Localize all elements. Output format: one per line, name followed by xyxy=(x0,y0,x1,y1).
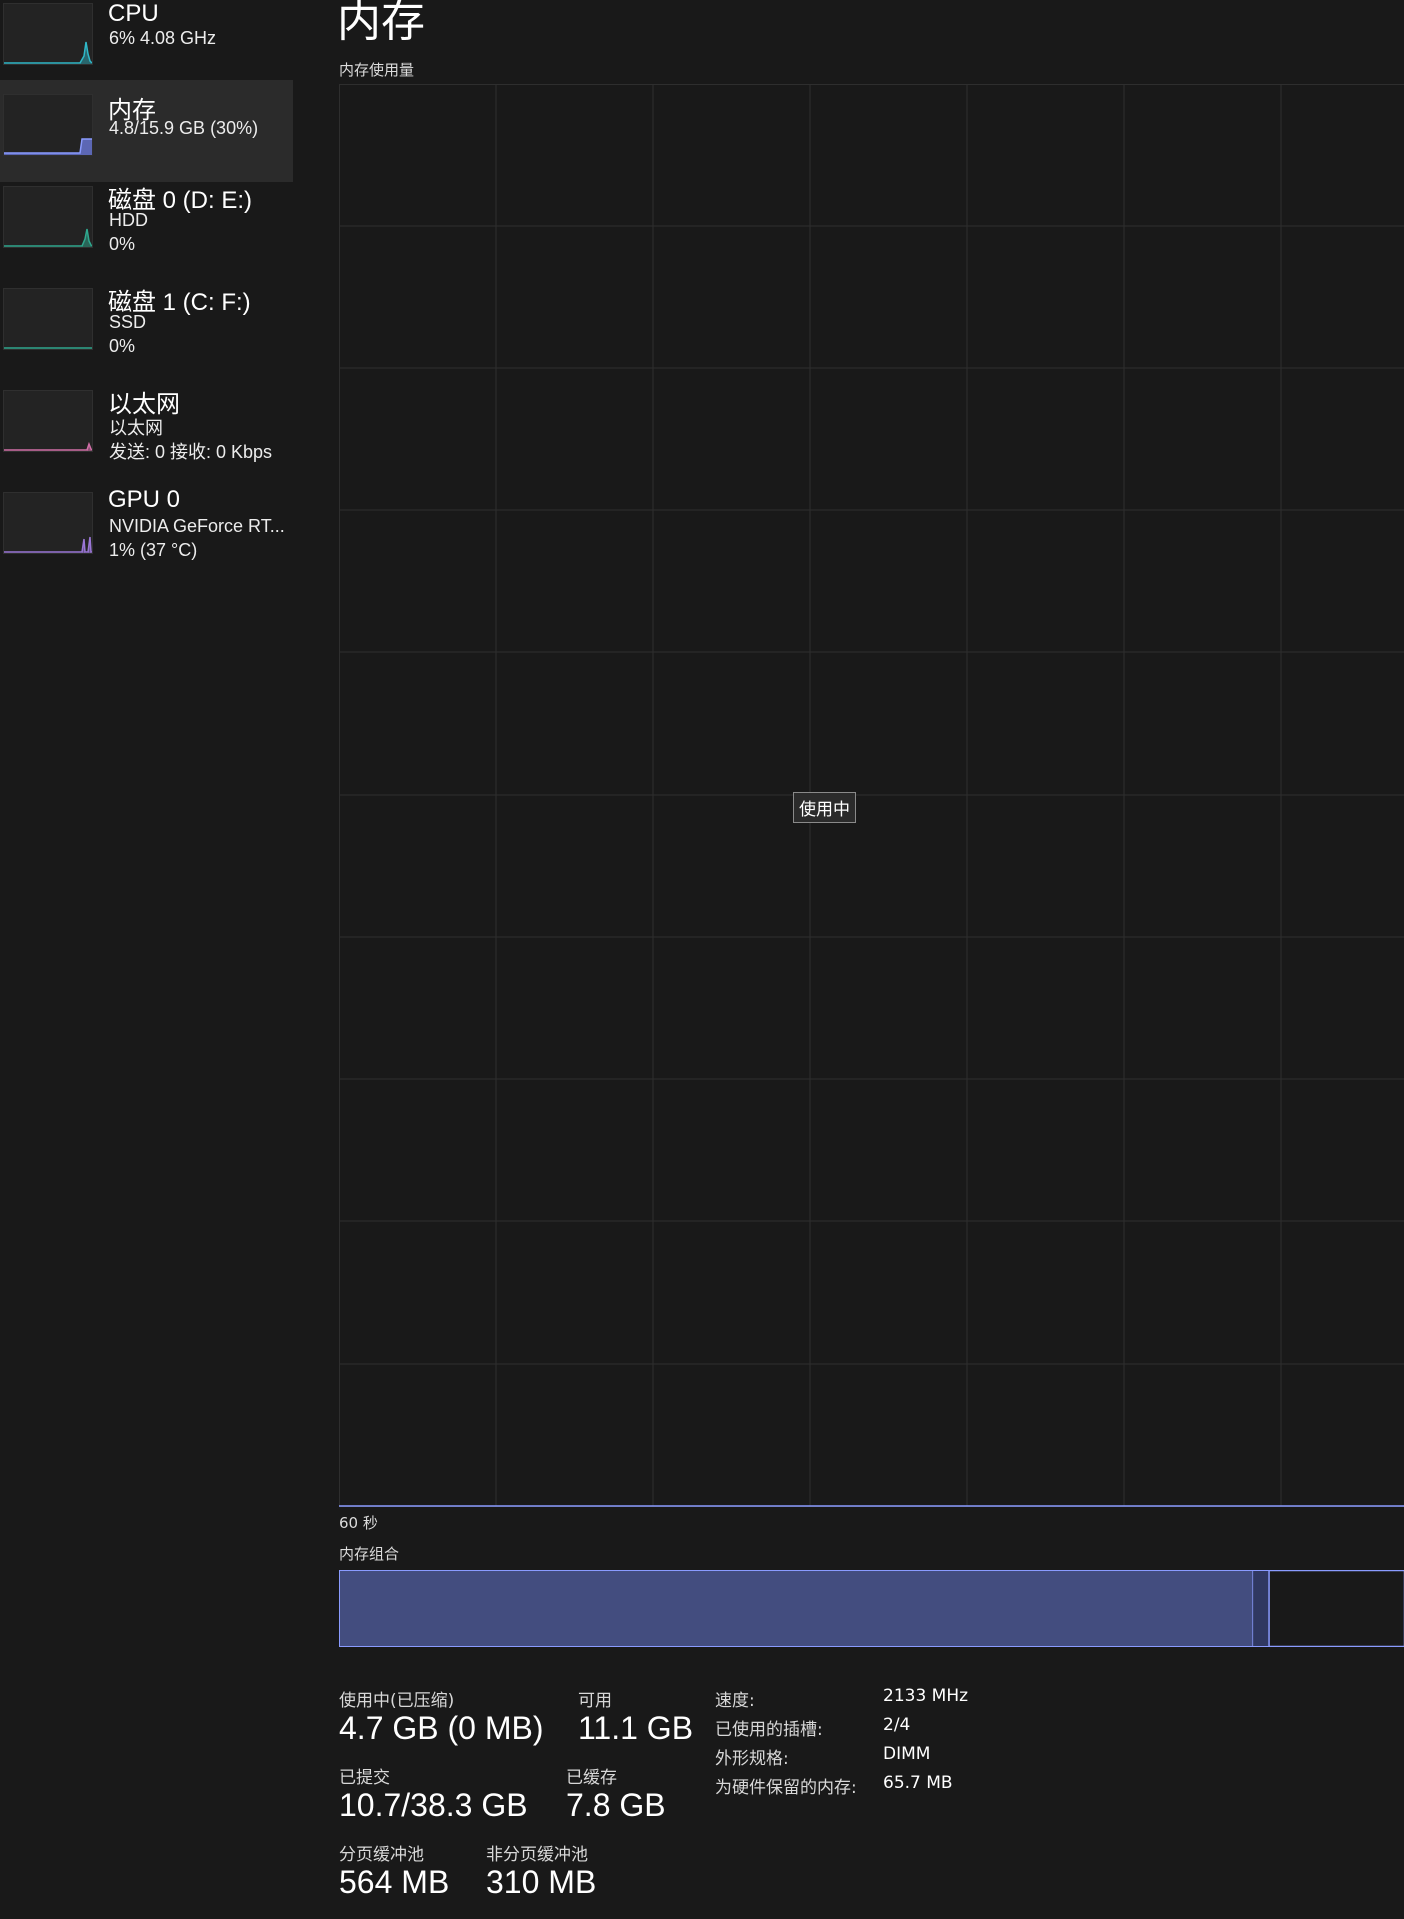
cpu-usage-thumbnail xyxy=(3,3,93,65)
sidebar-item-gpu0[interactable]: GPU 0 NVIDIA GeForce RT... 1% (37 °C) xyxy=(0,486,293,588)
page-title: 内存 xyxy=(337,0,425,46)
disk-usage-thumbnail xyxy=(3,186,93,248)
hardware-reserved-label: 为硬件保留的内存: xyxy=(715,1778,857,1798)
slots-used-value: 2/4 xyxy=(883,1715,911,1735)
composition-in-use-segment xyxy=(340,1571,1254,1646)
sidebar-item-disk1[interactable]: 磁盘 1 (C: F:) SSD 0% xyxy=(0,282,293,384)
graph-label: 内存使用量 xyxy=(339,61,415,79)
speed-value: 2133 MHz xyxy=(883,1686,969,1706)
memory-usage-thumbnail xyxy=(3,94,93,156)
cached-label: 已缓存 xyxy=(566,1768,617,1788)
committed-label: 已提交 xyxy=(339,1768,390,1788)
cached-value: 7.8 GB xyxy=(566,1787,666,1823)
paged-pool-value: 564 MB xyxy=(339,1864,450,1900)
sidebar-item-detail: 4.8/15.9 GB (30%) xyxy=(109,118,259,138)
sidebar-item-ethernet[interactable]: 以太网 以太网 发送: 0 接收: 0 Kbps xyxy=(0,384,293,486)
paged-pool-label: 分页缓冲池 xyxy=(339,1845,424,1865)
sidebar-item-throughput: 发送: 0 接收: 0 Kbps xyxy=(109,442,273,462)
graph-tooltip: 使用中 xyxy=(793,792,856,823)
committed-value: 10.7/38.3 GB xyxy=(339,1787,528,1823)
form-factor-value: DIMM xyxy=(883,1744,931,1764)
sidebar-item-memory[interactable]: 内存 4.8/15.9 GB (30%) xyxy=(0,80,293,182)
sidebar-item-label: CPU xyxy=(108,0,159,27)
sidebar-item-detail: 6% 4.08 GHz xyxy=(109,28,217,48)
available-value: 11.1 GB xyxy=(578,1710,694,1746)
composition-modified-segment xyxy=(1253,1571,1270,1646)
sidebar-item-usage: 0% xyxy=(109,336,136,356)
in-use-value: 4.7 GB (0 MB) xyxy=(339,1710,544,1746)
sidebar-item-disk0[interactable]: 磁盘 0 (D: E:) HDD 0% xyxy=(0,180,293,282)
disk-usage-thumbnail xyxy=(3,288,93,350)
gpu-usage-thumbnail xyxy=(3,492,93,554)
sidebar: CPU 6% 4.08 GHz 内存 4.8/15.9 GB (30%) 磁盘 … xyxy=(0,0,300,1919)
memory-usage-graph[interactable] xyxy=(339,84,1404,1507)
time-axis-label: 60 秒 xyxy=(339,1514,378,1532)
slots-used-label: 已使用的插槽: xyxy=(715,1720,823,1740)
in-use-label: 使用中(已压缩) xyxy=(339,1691,455,1711)
composition-label: 内存组合 xyxy=(339,1545,400,1563)
speed-label: 速度: xyxy=(715,1691,755,1711)
form-factor-label: 外形规格: xyxy=(715,1749,789,1769)
available-label: 可用 xyxy=(578,1691,612,1711)
sidebar-item-detail: NVIDIA GeForce RT... xyxy=(109,516,285,536)
non-paged-pool-value: 310 MB xyxy=(486,1864,597,1900)
memory-composition-bar[interactable] xyxy=(339,1570,1404,1647)
sidebar-item-detail: 以太网 xyxy=(109,418,163,438)
non-paged-pool-label: 非分页缓冲池 xyxy=(486,1845,588,1865)
sidebar-item-cpu[interactable]: CPU 6% 4.08 GHz xyxy=(0,0,293,90)
sidebar-item-usage: 0% xyxy=(109,234,136,254)
sidebar-item-label: GPU 0 xyxy=(108,486,181,513)
sidebar-item-usage: 1% (37 °C) xyxy=(109,540,198,560)
hardware-reserved-value: 65.7 MB xyxy=(883,1773,953,1793)
network-usage-thumbnail xyxy=(3,390,93,452)
sidebar-item-detail: SSD xyxy=(109,312,147,332)
sidebar-item-detail: HDD xyxy=(109,210,148,230)
